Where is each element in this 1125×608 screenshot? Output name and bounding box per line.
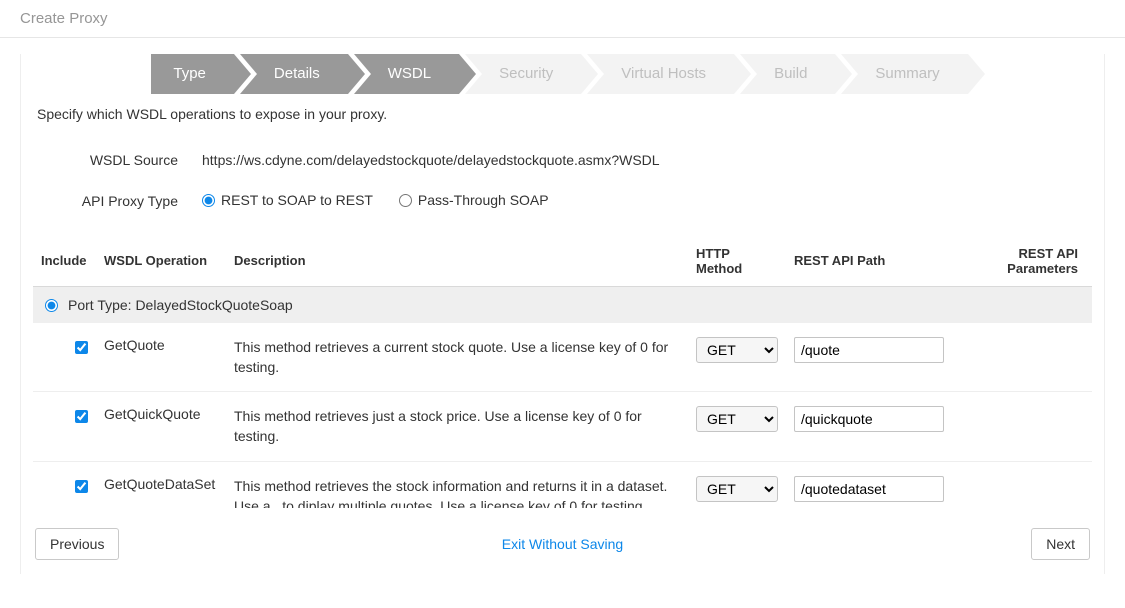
proxy-type-rest-radio[interactable]: REST to SOAP to REST [202, 192, 373, 208]
step-wsdl[interactable]: WSDL [354, 54, 459, 94]
col-http-header: HTTP Method [688, 240, 786, 287]
operation-description: This method retrieves the stock informat… [226, 461, 688, 507]
wizard-stepper: TypeDetailsWSDLSecurityVirtual HostsBuil… [21, 54, 1104, 94]
operation-row: GetQuoteThis method retrieves a current … [33, 323, 1092, 392]
page-title: Create Proxy [0, 0, 1125, 38]
step-summary[interactable]: Summary [841, 54, 967, 94]
wsdl-source-label: WSDL Source [37, 152, 202, 168]
wizard-footer: Previous Exit Without Saving Next [21, 514, 1104, 574]
col-operation-header: WSDL Operation [96, 240, 226, 287]
operation-description: This method retrieves just a stock price… [226, 392, 688, 462]
wizard-content: TypeDetailsWSDLSecurityVirtual HostsBuil… [20, 54, 1105, 574]
port-type-row[interactable]: Port Type: DelayedStockQuoteSoap [33, 286, 1092, 323]
port-type-radio[interactable] [45, 299, 58, 312]
operation-row: GetQuickQuoteThis method retrieves just … [33, 392, 1092, 462]
proxy-type-rest-input[interactable] [202, 194, 215, 207]
operation-name: GetQuickQuote [96, 392, 226, 462]
col-description-header: Description [226, 240, 688, 287]
operations-scroll[interactable]: Include WSDL Operation Description HTTP … [33, 240, 1092, 508]
http-method-select[interactable]: GETPOSTPUTDELETE [696, 406, 778, 432]
exit-without-saving-link[interactable]: Exit Without Saving [502, 536, 623, 552]
include-checkbox[interactable] [75, 341, 88, 354]
api-proxy-type-label: API Proxy Type [37, 193, 202, 209]
proxy-type-pass-input[interactable] [399, 194, 412, 207]
step-type[interactable]: Type [151, 54, 234, 94]
step-security[interactable]: Security [465, 54, 581, 94]
proxy-type-pass-radio[interactable]: Pass-Through SOAP [399, 192, 549, 208]
wsdl-source-value: https://ws.cdyne.com/delayedstockquote/d… [202, 152, 1088, 168]
instructions-text: Specify which WSDL operations to expose … [21, 104, 1104, 132]
operation-name: GetQuote [96, 323, 226, 392]
step-build[interactable]: Build [740, 54, 835, 94]
api-proxy-type-row: API Proxy Type REST to SOAP to REST Pass… [37, 192, 1088, 210]
grid-header-row: Include WSDL Operation Description HTTP … [33, 240, 1092, 287]
previous-button[interactable]: Previous [35, 528, 119, 560]
http-method-select[interactable]: GETPOSTPUTDELETE [696, 476, 778, 502]
include-checkbox[interactable] [75, 410, 88, 423]
rest-path-input[interactable] [794, 337, 944, 363]
form-section: WSDL Source https://ws.cdyne.com/delayed… [21, 132, 1104, 240]
proxy-type-pass-label: Pass-Through SOAP [418, 192, 549, 208]
rest-params-cell [952, 461, 1092, 507]
step-virtual-hosts[interactable]: Virtual Hosts [587, 54, 734, 94]
col-params-header: REST API Parameters [952, 240, 1092, 287]
step-details[interactable]: Details [240, 54, 348, 94]
rest-params-cell [952, 323, 1092, 392]
col-path-header: REST API Path [786, 240, 952, 287]
operation-row: GetQuoteDataSetThis method retrieves the… [33, 461, 1092, 507]
operations-grid: Include WSDL Operation Description HTTP … [33, 240, 1092, 508]
rest-path-input[interactable] [794, 406, 944, 432]
next-button[interactable]: Next [1031, 528, 1090, 560]
operation-description: This method retrieves a current stock qu… [226, 323, 688, 392]
http-method-select[interactable]: GETPOSTPUTDELETE [696, 337, 778, 363]
col-include-header: Include [33, 240, 96, 287]
include-checkbox[interactable] [75, 480, 88, 493]
rest-params-cell [952, 392, 1092, 462]
operation-name: GetQuoteDataSet [96, 461, 226, 507]
port-type-label: Port Type: DelayedStockQuoteSoap [68, 297, 293, 313]
rest-path-input[interactable] [794, 476, 944, 502]
wsdl-source-row: WSDL Source https://ws.cdyne.com/delayed… [37, 152, 1088, 168]
proxy-type-rest-label: REST to SOAP to REST [221, 192, 373, 208]
